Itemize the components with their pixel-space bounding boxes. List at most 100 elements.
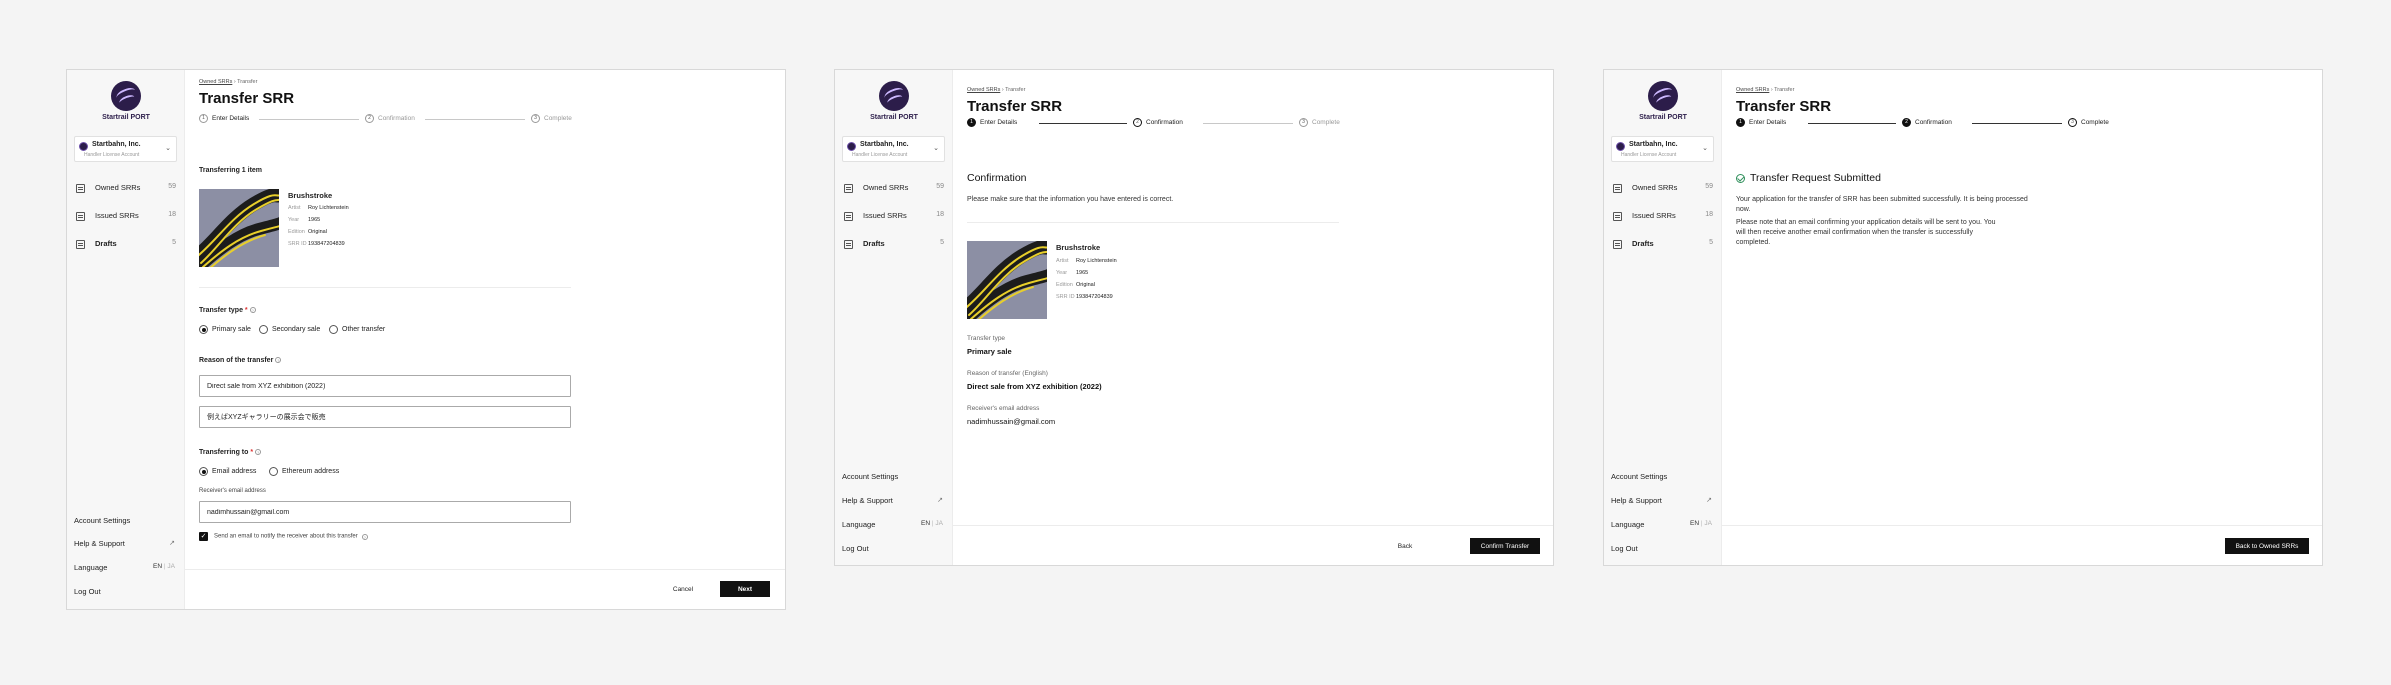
radio-email-address[interactable]: Email address xyxy=(199,467,256,476)
sidebar: Startrail PORT Startbahn, Inc. Handler L… xyxy=(67,70,185,609)
breadcrumb-owned-srrs[interactable]: Owned SRRs xyxy=(1736,87,1769,93)
help-support-link[interactable]: Help & Support ↗ xyxy=(842,496,945,508)
sidebar-item-count: 5 xyxy=(1709,239,1713,246)
org-name: Startbahn, Inc. xyxy=(92,141,141,148)
cancel-button[interactable]: Cancel xyxy=(665,581,701,597)
info-icon[interactable]: ? xyxy=(255,449,262,456)
sidebar: Startrail PORT Startbahn, Inc. Handler L… xyxy=(835,70,953,565)
sidebar-item-count: 59 xyxy=(936,183,944,190)
back-button[interactable]: Back xyxy=(1390,538,1420,554)
lang-en[interactable]: EN xyxy=(153,563,162,570)
logout-label: Log Out xyxy=(74,587,101,596)
artwork-thumbnail[interactable] xyxy=(967,241,1047,319)
logo-text: Startrail PORT xyxy=(870,114,918,121)
org-switcher[interactable]: Startbahn, Inc. Handler License Account … xyxy=(1611,136,1714,162)
chevron-down-icon: ⌄ xyxy=(933,145,939,152)
org-name: Startbahn, Inc. xyxy=(860,141,909,148)
transfer-type-label: Transfer type xyxy=(967,335,1006,342)
sidebar-item-issued-srrs[interactable]: Issued SRRs 18 xyxy=(75,210,176,224)
account-settings-link[interactable]: Account Settings xyxy=(74,516,177,528)
breadcrumb: Owned SRRs › Transfer xyxy=(967,87,1025,93)
sidebar-item-owned-srrs[interactable]: Owned SRRs 59 xyxy=(843,182,944,196)
reason-ja-input[interactable] xyxy=(199,406,571,428)
logo[interactable]: Startrail PORT xyxy=(867,81,921,121)
draft-icon xyxy=(76,240,85,249)
sidebar-item-label: Owned SRRs xyxy=(95,183,141,192)
language-row: Language EN | JA xyxy=(842,520,945,532)
meta-value: Roy Lichtenstein xyxy=(308,205,349,211)
required-mark: * xyxy=(250,449,254,456)
radio-other-transfer[interactable]: Other transfer xyxy=(329,325,385,334)
sidebar-item-drafts[interactable]: Drafts 5 xyxy=(843,238,944,252)
breadcrumb-sep: › xyxy=(1001,87,1004,93)
lang-ja[interactable]: JA xyxy=(935,520,943,527)
sidebar-item-drafts[interactable]: Drafts 5 xyxy=(1612,238,1713,252)
step-label: Confirmation xyxy=(1915,119,1952,126)
account-settings-link[interactable]: Account Settings xyxy=(842,472,945,484)
reason-en-input[interactable] xyxy=(199,375,571,397)
divider xyxy=(967,222,1339,223)
radio-ethereum-address[interactable]: Ethereum address xyxy=(269,467,339,476)
sidebar-item-label: Owned SRRs xyxy=(863,183,909,192)
next-button[interactable]: Next xyxy=(720,581,770,597)
transferring-count: Transferring 1 item xyxy=(199,167,263,174)
logout-link[interactable]: Log Out xyxy=(1611,544,1714,556)
radio-primary-sale[interactable]: Primary sale xyxy=(199,325,251,334)
account-settings-link[interactable]: Account Settings xyxy=(1611,472,1714,484)
transferring-to-label: Transferring to *? xyxy=(199,449,262,456)
org-name: Startbahn, Inc. xyxy=(1629,141,1678,148)
artwork-artist: Artist Roy Lichtenstein xyxy=(1056,258,1117,264)
sidebar-item-label: Drafts xyxy=(1632,239,1654,248)
notify-checkbox[interactable]: ✓ Send an email to notify the receiver ab… xyxy=(199,532,368,541)
breadcrumb: Owned SRRs › Transfer xyxy=(1736,87,1794,93)
info-icon[interactable]: ? xyxy=(249,307,256,314)
breadcrumb-owned-srrs[interactable]: Owned SRRs xyxy=(199,79,232,85)
help-support-link[interactable]: Help & Support ↗ xyxy=(1611,496,1714,508)
sidebar-item-owned-srrs[interactable]: Owned SRRs 59 xyxy=(75,182,176,196)
logout-link[interactable]: Log Out xyxy=(74,587,177,599)
divider xyxy=(199,287,571,288)
transfer-type-label: Transfer type *? xyxy=(199,307,256,314)
step-connector xyxy=(259,119,359,120)
artwork-thumbnail[interactable] xyxy=(199,189,279,267)
back-to-owned-srrs-button[interactable]: Back to Owned SRRs xyxy=(2225,538,2309,554)
breadcrumb-owned-srrs[interactable]: Owned SRRs xyxy=(967,87,1000,93)
startrail-logo-icon xyxy=(111,81,141,111)
sidebar-item-owned-srrs[interactable]: Owned SRRs 59 xyxy=(1612,182,1713,196)
info-icon[interactable]: ? xyxy=(361,533,368,540)
sidebar-item-count: 59 xyxy=(1705,183,1713,190)
language-label: Language xyxy=(74,563,108,572)
sidebar-item-drafts[interactable]: Drafts 5 xyxy=(75,238,176,252)
logo[interactable]: Startrail PORT xyxy=(1636,81,1690,121)
lang-ja[interactable]: JA xyxy=(1704,520,1712,527)
artwork-title: Brushstroke xyxy=(288,191,333,200)
lang-ja[interactable]: JA xyxy=(167,563,175,570)
logo[interactable]: Startrail PORT xyxy=(99,81,153,121)
help-support-link[interactable]: Help & Support ↗ xyxy=(74,539,177,551)
step-confirmation: 2 Confirmation xyxy=(1133,118,1183,128)
sidebar-item-label: Drafts xyxy=(95,239,117,248)
step-number: 2 xyxy=(1133,118,1142,127)
sidebar-item-label: Issued SRRs xyxy=(95,211,139,220)
radio-secondary-sale[interactable]: Secondary sale xyxy=(259,325,320,334)
meta-key: SRR ID xyxy=(1056,294,1075,300)
sidebar-item-issued-srrs[interactable]: Issued SRRs 18 xyxy=(843,210,944,224)
lang-sep: | xyxy=(163,563,166,570)
logout-link[interactable]: Log Out xyxy=(842,544,945,556)
startrail-logo-icon xyxy=(879,81,909,111)
help-support-label: Help & Support xyxy=(74,539,125,548)
sidebar-item-issued-srrs[interactable]: Issued SRRs 18 xyxy=(1612,210,1713,224)
meta-value: 1965 xyxy=(308,217,321,223)
lang-en[interactable]: EN xyxy=(921,520,930,527)
org-switcher[interactable]: Startbahn, Inc. Handler License Account … xyxy=(842,136,945,162)
org-switcher[interactable]: Startbahn, Inc. Handler License Account … xyxy=(74,136,177,162)
step-number: 3 xyxy=(531,114,540,123)
reason-label: Reason of transfer (English) xyxy=(967,370,1048,377)
info-icon[interactable]: ? xyxy=(275,357,282,364)
radio-icon xyxy=(259,325,268,334)
lang-en[interactable]: EN xyxy=(1690,520,1699,527)
page-title: Transfer SRR xyxy=(967,98,1063,115)
receiver-email-input[interactable] xyxy=(199,501,571,523)
meta-key: SRR ID xyxy=(288,241,307,247)
confirm-transfer-button[interactable]: Confirm Transfer xyxy=(1470,538,1540,554)
